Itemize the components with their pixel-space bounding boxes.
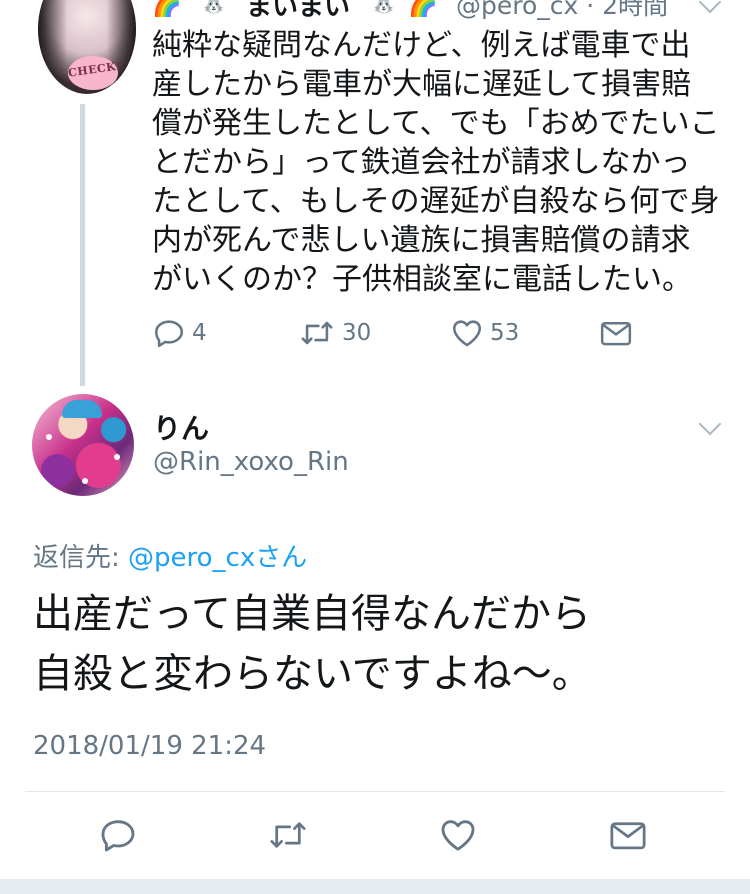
tweet-text-line: 出産だって自業自得なんだから <box>33 591 591 637</box>
parent-avatar[interactable]: CHECK! <box>38 0 136 94</box>
tweet-text-line: たとして、もしその遅延が自殺なら何で身 <box>152 184 720 219</box>
retweet-button[interactable] <box>267 815 309 855</box>
like-count: 53 <box>490 320 520 346</box>
divider <box>25 791 725 792</box>
reply-avatar[interactable] <box>32 394 134 496</box>
reply-to-mention-link[interactable]: @pero_cxさん <box>128 543 307 573</box>
rabbit-emoji: 🐰 <box>370 0 398 15</box>
reply-icon <box>154 320 184 348</box>
reply-to-label: 返信先: <box>33 543 129 573</box>
reply-to-line: 返信先: @pero_cxさん <box>33 537 307 574</box>
tweet-text-line: がいくのか？子供相談室に電話したい。 <box>152 262 692 297</box>
tweet-text-line: 自殺と変わらないですよね〜。 <box>33 651 592 697</box>
chevron-down-icon[interactable] <box>698 412 722 436</box>
reply-count: 4 <box>192 320 207 346</box>
reply-display-name[interactable]: りん <box>153 407 209 447</box>
parent-tweet-text: 純粋な疑問なんだけど、例えば電車で出 産したから電車が大幅に遅延して損害賠 償が… <box>152 26 732 299</box>
footer-bar <box>0 879 750 894</box>
dm-button[interactable] <box>598 313 634 353</box>
rainbow-emoji: 🌈 <box>152 0 182 18</box>
parent-handle-time[interactable]: @pero_cx · 2時間 <box>456 0 668 22</box>
like-button[interactable] <box>437 815 479 855</box>
like-button[interactable]: 53 <box>450 313 519 353</box>
tweet-text-line: とだから」って鉄道会社が請求しなかっ <box>152 145 691 180</box>
rabbit-emoji: 🐰 <box>200 0 228 15</box>
reply-button[interactable]: 4 <box>152 313 207 353</box>
retweet-count: 30 <box>342 320 372 346</box>
tweet-text-line: 純粋な疑問なんだけど、例えば電車で出 <box>152 28 691 63</box>
rainbow-emoji: 🌈 <box>408 0 438 18</box>
reply-tweet-text: 出産だって自業自得なんだから 自殺と変わらないですよね〜。 <box>33 584 733 704</box>
retweet-icon <box>270 822 306 848</box>
reply-handle[interactable]: @Rin_xoxo_Rin <box>153 447 349 477</box>
sparkle <box>114 454 120 460</box>
parent-display-name[interactable]: まいまい <box>246 0 350 23</box>
thread-line <box>80 104 85 386</box>
dm-button[interactable] <box>607 815 649 855</box>
reply-button[interactable] <box>97 815 139 855</box>
like-icon <box>452 320 482 347</box>
tweet-text-line: 産したから電車が大幅に遅延して損害賠 <box>152 67 692 102</box>
avatar-hat <box>62 400 102 418</box>
chevron-down-icon[interactable] <box>698 0 722 14</box>
tweet-text-line: 償が発生したとして、でも「おめでたいこ <box>152 106 720 141</box>
retweet-button[interactable]: 30 <box>298 313 371 353</box>
dm-icon <box>610 822 646 850</box>
like-icon <box>441 820 475 851</box>
retweet-icon <box>301 321 333 345</box>
tweet-timestamp[interactable]: 2018/01/19 21:24 <box>33 731 266 761</box>
reply-icon <box>101 820 135 852</box>
sparkle <box>82 478 88 484</box>
tweet-text-line: 内が死んで悲しい遺族に損害賠償の請求 <box>152 223 691 258</box>
dm-icon <box>600 322 632 346</box>
sparkle <box>46 434 52 440</box>
